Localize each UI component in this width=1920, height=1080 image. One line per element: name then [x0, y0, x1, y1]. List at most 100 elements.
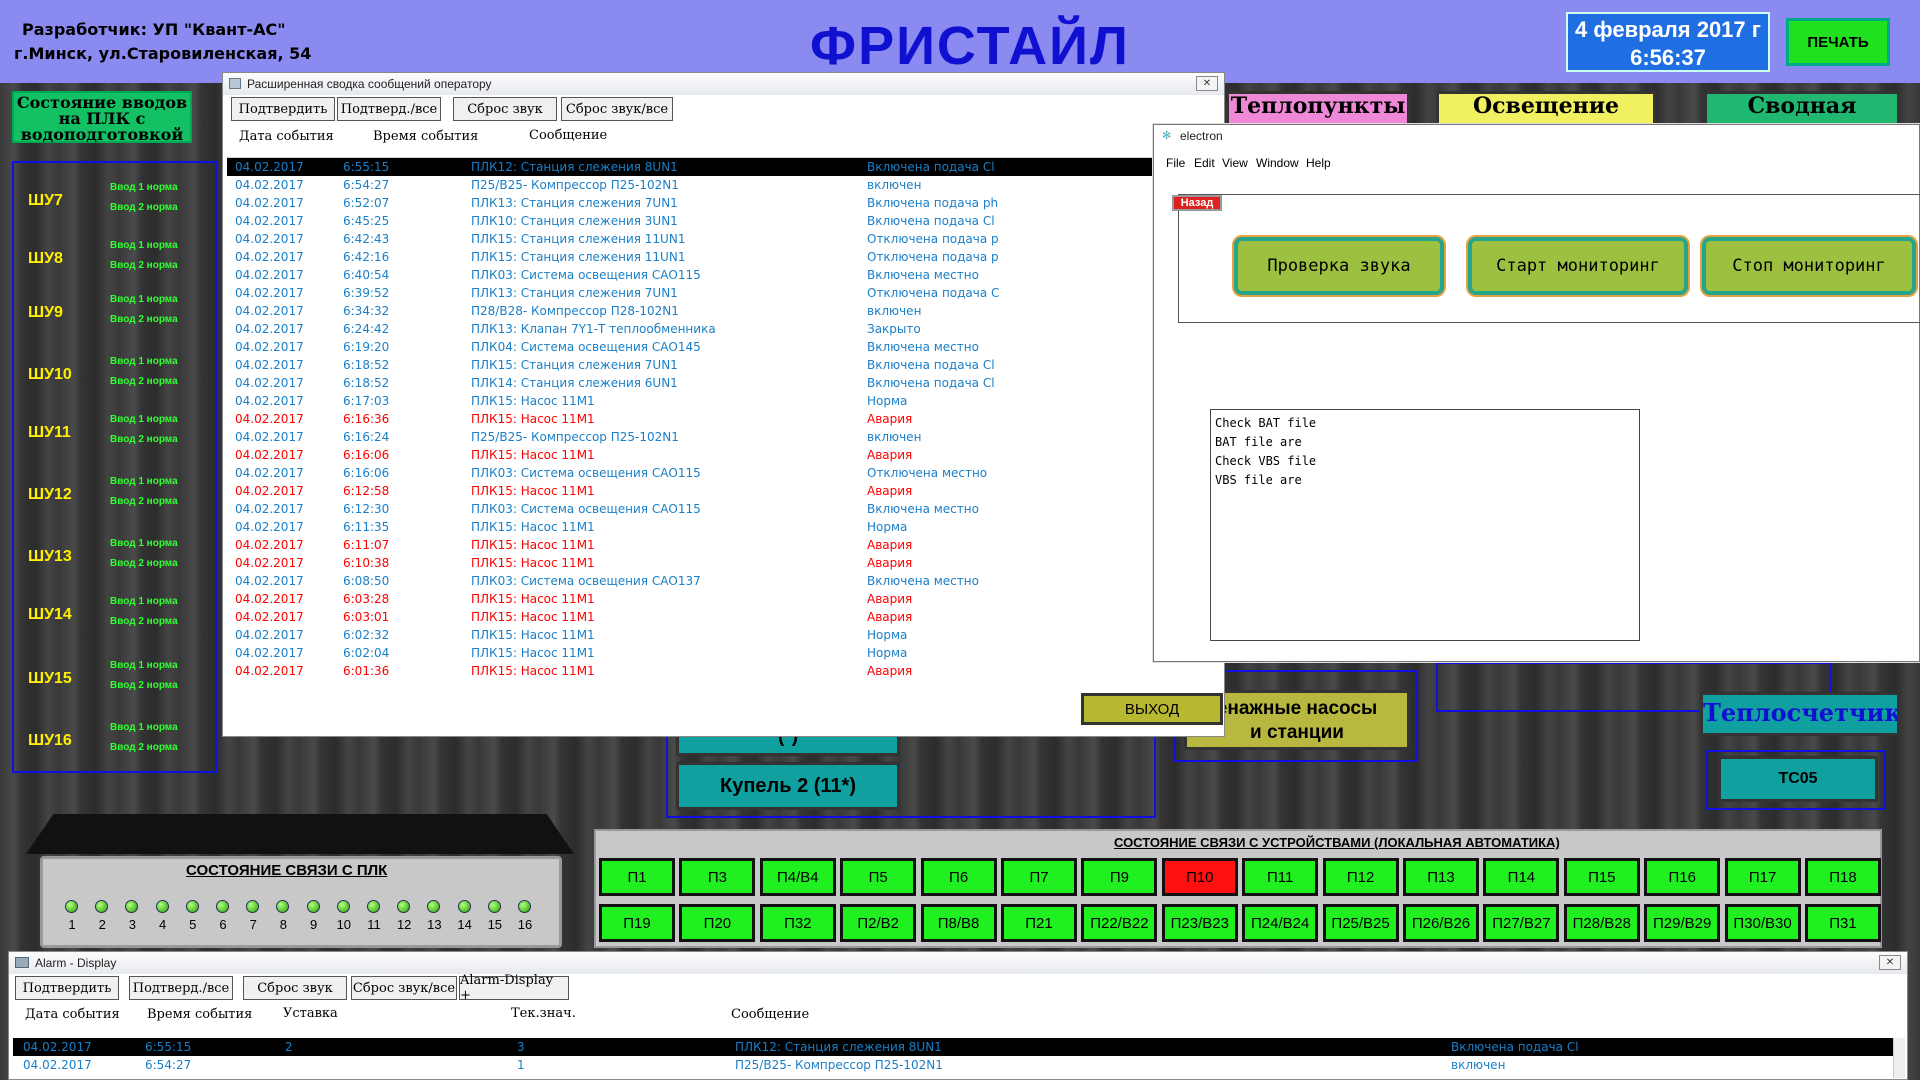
device-п21[interactable]: П21: [1001, 904, 1077, 942]
device-п27/в27[interactable]: П27/В27: [1483, 904, 1560, 942]
stop-monitoring-button[interactable]: Стоп мониторинг: [1702, 237, 1916, 295]
reset-sound-all-button[interactable]: Сброс звук/все: [561, 97, 673, 121]
menu-edit[interactable]: Edit: [1194, 156, 1215, 170]
messages-list[interactable]: 04.02.2017 6:55:15 ПЛК12: Станция слежения…: [227, 157, 1221, 685]
shu-label[interactable]: ШУ13: [28, 548, 72, 566]
shu-label[interactable]: ШУ11: [28, 424, 71, 442]
message-row[interactable]: 04.02.2017 6:12:58 ПЛК15: Насос 11М1 Авария: [227, 482, 1221, 500]
device-п18[interactable]: П18: [1805, 858, 1881, 896]
message-row[interactable]: 04.02.2017 6:40:54 ПЛК03: Система освещени…: [227, 266, 1221, 284]
message-row[interactable]: 04.02.2017 6:52:07 ПЛК13: Станция слежения…: [227, 194, 1221, 212]
shu-label[interactable]: ШУ10: [28, 366, 72, 384]
message-row[interactable]: 04.02.2017 6:02:32 ПЛК15: Насос 11М1 Норма: [227, 626, 1221, 644]
device-п4/в4[interactable]: П4/В4: [759, 858, 836, 896]
tile-teploschetchiki[interactable]: Теплосчетчики: [1700, 692, 1900, 736]
message-row[interactable]: 04.02.2017 6:45:25 ПЛК10: Станция слежения…: [227, 212, 1221, 230]
device-п23/в23[interactable]: П23/В23: [1161, 904, 1238, 942]
alarm-row[interactable]: 04.02.2017 6:55:15 2 3 ПЛК12: Станция слежен…: [13, 1038, 1893, 1056]
message-row[interactable]: 04.02.2017 6:16:06 ПЛК15: Насос 11М1 Авария: [227, 446, 1221, 464]
message-row[interactable]: 04.02.2017 6:19:20 ПЛК04: Система освещени…: [227, 338, 1221, 356]
message-row[interactable]: 04.02.2017 6:34:32 П28/В28- Компрессор П28…: [227, 302, 1221, 320]
device-п13[interactable]: П13: [1403, 858, 1479, 896]
device-п11[interactable]: П11: [1242, 858, 1319, 896]
device-п14[interactable]: П14: [1483, 858, 1560, 896]
confirm-all-button[interactable]: Подтверд./все: [337, 97, 441, 121]
messages-window-titlebar[interactable]: Расширенная сводка сообщений оператору ✕: [223, 73, 1224, 95]
close-icon[interactable]: ✕: [1879, 955, 1901, 970]
back-button[interactable]: Назад: [1172, 195, 1222, 211]
message-row[interactable]: 04.02.2017 6:02:04 ПЛК15: Насос 11М1 Норма: [227, 644, 1221, 662]
check-sound-button[interactable]: Проверка звука: [1234, 237, 1444, 295]
device-п22/в22[interactable]: П22/В22: [1081, 904, 1158, 942]
shu-label[interactable]: ШУ14: [28, 606, 72, 624]
device-п12[interactable]: П12: [1322, 858, 1399, 896]
device-п1[interactable]: П1: [599, 858, 675, 896]
device-п16[interactable]: П16: [1644, 858, 1721, 896]
message-row[interactable]: 04.02.2017 6:03:28 ПЛК15: Насос 11М1 Авария: [227, 590, 1221, 608]
message-row[interactable]: 04.02.2017 6:42:43 ПЛК15: Станция слежения…: [227, 230, 1221, 248]
device-п2/в2[interactable]: П2/В2: [840, 904, 917, 942]
message-row[interactable]: 04.02.2017 6:16:24 П25/В25- Компрессор П25…: [227, 428, 1221, 446]
confirm-button[interactable]: Подтвердить: [231, 97, 335, 121]
device-п28/в28[interactable]: П28/В28: [1563, 904, 1640, 942]
tile-kupel2[interactable]: Купель 2 (11*): [676, 762, 900, 810]
message-row[interactable]: 04.02.2017 6:54:27 П25/В25- Компрессор П25…: [227, 176, 1221, 194]
alarm-list[interactable]: 04.02.2017 6:55:15 2 3 ПЛК12: Станция слежен…: [13, 1038, 1893, 1078]
device-п6[interactable]: П6: [920, 858, 997, 896]
message-row[interactable]: 04.02.2017 6:24:42 ПЛК13: Клапан 7Y1-Т теп…: [227, 320, 1221, 338]
message-row[interactable]: 04.02.2017 6:03:01 ПЛК15: Насос 11М1 Авария: [227, 608, 1221, 626]
device-п3[interactable]: П3: [679, 858, 756, 896]
alarm-titlebar[interactable]: Alarm - Display ✕: [9, 952, 1907, 974]
exit-button[interactable]: ВЫХОД: [1081, 693, 1223, 725]
shu-label[interactable]: ШУ8: [28, 250, 63, 268]
message-row[interactable]: 04.02.2017 6:16:36 ПЛК15: Насос 11М1 Авария: [227, 410, 1221, 428]
message-row[interactable]: 04.02.2017 6:10:38 ПЛК15: Насос 11М1 Авария: [227, 554, 1221, 572]
alarm-confirm-all-button[interactable]: Подтверд./все: [129, 976, 233, 1000]
shu-label[interactable]: ШУ7: [28, 192, 63, 210]
message-row[interactable]: 04.02.2017 6:17:03 ПЛК15: Насос 11М1 Норма: [227, 392, 1221, 410]
message-row[interactable]: 04.02.2017 6:12:30 ПЛК03: Система освещени…: [227, 500, 1221, 518]
device-п5[interactable]: П5: [840, 858, 917, 896]
message-row[interactable]: 04.02.2017 6:08:50 ПЛК03: Система освещени…: [227, 572, 1221, 590]
shu-label[interactable]: ШУ9: [28, 304, 63, 322]
device-п31[interactable]: П31: [1805, 904, 1881, 942]
alarm-confirm-button[interactable]: Подтвердить: [15, 976, 119, 1000]
device-п26/в26[interactable]: П26/В26: [1403, 904, 1479, 942]
alarm-row[interactable]: 04.02.2017 6:54:27 1 П25/В25- Компрессор П2…: [13, 1056, 1893, 1074]
device-п7[interactable]: П7: [1001, 858, 1077, 896]
message-row[interactable]: 04.02.2017 6:39:52 ПЛК13: Станция слежения…: [227, 284, 1221, 302]
alarm-reset-sound-all-button[interactable]: Сброс звук/все: [351, 976, 457, 1000]
shu-label[interactable]: ШУ16: [28, 732, 72, 750]
device-п20[interactable]: П20: [679, 904, 756, 942]
log-output[interactable]: Check BAT file BAT file are Check VBS fi…: [1210, 409, 1640, 641]
message-row[interactable]: 04.02.2017 6:42:16 ПЛК15: Станция слежения…: [227, 248, 1221, 266]
menu-help[interactable]: Help: [1306, 156, 1331, 170]
tile-tc05[interactable]: ТС05: [1718, 756, 1878, 802]
menu-view[interactable]: View: [1222, 156, 1248, 170]
shu-label[interactable]: ШУ12: [28, 486, 72, 504]
print-button[interactable]: ПЕЧАТЬ: [1786, 18, 1890, 66]
start-monitoring-button[interactable]: Старт мониторинг: [1468, 237, 1688, 295]
shu-label[interactable]: ШУ15: [28, 670, 72, 688]
device-п8/в8[interactable]: П8/В8: [920, 904, 997, 942]
device-п32[interactable]: П32: [759, 904, 836, 942]
close-icon[interactable]: ✕: [1196, 76, 1218, 91]
message-row[interactable]: 04.02.2017 6:11:35 ПЛК15: Насос 11М1 Норма: [227, 518, 1221, 536]
message-row[interactable]: 04.02.2017 6:11:07 ПЛК15: Насос 11М1 Авария: [227, 536, 1221, 554]
message-row[interactable]: 04.02.2017 6:01:36 ПЛК15: Насос 11М1 Авария: [227, 662, 1221, 680]
message-row[interactable]: 04.02.2017 6:16:06 ПЛК03: Система освещени…: [227, 464, 1221, 482]
device-п29/в29[interactable]: П29/В29: [1644, 904, 1721, 942]
device-п17[interactable]: П17: [1724, 858, 1801, 896]
alarm-scrollbar[interactable]: [1893, 1038, 1905, 1078]
device-п24/в24[interactable]: П24/В24: [1242, 904, 1319, 942]
message-row[interactable]: 04.02.2017 6:55:15 ПЛК12: Станция слежения…: [227, 158, 1221, 176]
electron-titlebar[interactable]: ✻ electron: [1154, 125, 1919, 147]
alarm-display-plus-button[interactable]: Alarm-Display +: [459, 973, 569, 1003]
alarm-reset-sound-button[interactable]: Сброс звук: [243, 976, 347, 1000]
message-row[interactable]: 04.02.2017 6:18:52 ПЛК15: Станция слежения…: [227, 356, 1221, 374]
device-п10[interactable]: П10: [1161, 858, 1238, 896]
menu-window[interactable]: Window: [1256, 156, 1299, 170]
device-п19[interactable]: П19: [599, 904, 675, 942]
device-п9[interactable]: П9: [1081, 858, 1158, 896]
device-п25/в25[interactable]: П25/В25: [1322, 904, 1399, 942]
